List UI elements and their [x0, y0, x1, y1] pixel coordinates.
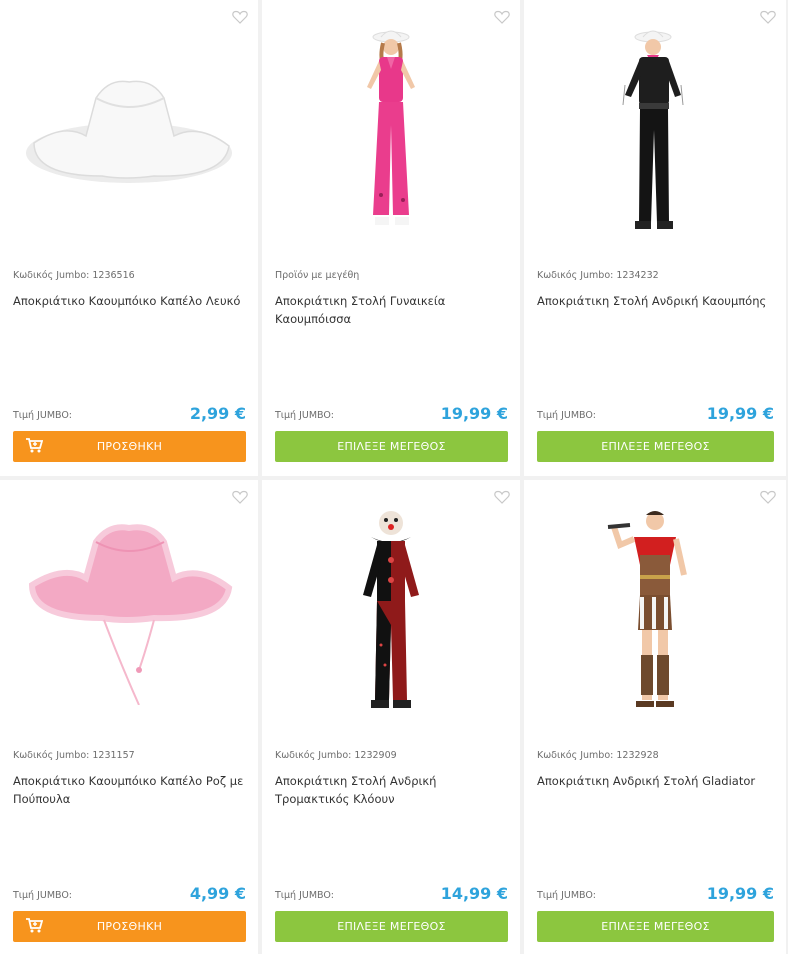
product-code: Κωδικός Jumbo: 1231157: [13, 750, 135, 761]
button-label: ΕΠΙΛΕΞΕ ΜΕΓΕΘΟΣ: [601, 440, 710, 453]
product-card[interactable]: Κωδικός Jumbo: 1234232 Αποκριάτικη Στολή…: [524, 0, 786, 476]
product-price: 19,99 €: [706, 404, 774, 423]
product-image[interactable]: [262, 500, 520, 725]
product-image[interactable]: [524, 500, 786, 725]
price-label: Τιμή JUMBO:: [13, 410, 72, 421]
select-size-button[interactable]: ΕΠΙΛΕΞΕ ΜΕΓΕΘΟΣ: [537, 431, 774, 462]
price-label: Τιμή JUMBO:: [537, 890, 596, 901]
product-price: 2,99 €: [189, 404, 246, 423]
product-price: 14,99 €: [440, 884, 508, 903]
select-size-button[interactable]: ΕΠΙΛΕΞΕ ΜΕΓΕΘΟΣ: [537, 911, 774, 942]
add-to-cart-button[interactable]: ΠΡΟΣΘΗΚΗ: [13, 911, 246, 942]
add-to-cart-button[interactable]: ΠΡΟΣΘΗΚΗ: [13, 431, 246, 462]
cart-icon: [26, 438, 43, 453]
price-label: Τιμή JUMBO:: [13, 890, 72, 901]
price-label: Τιμή JUMBO:: [275, 890, 334, 901]
product-price: 4,99 €: [189, 884, 246, 903]
product-name[interactable]: Αποκριάτικη Στολή Ανδρική Τρομακτικός Κλ…: [275, 772, 508, 808]
product-code: Κωδικός Jumbo: 1232909: [275, 750, 397, 761]
product-card[interactable]: Κωδικός Jumbo: 1232928 Αποκριάτικη Ανδρι…: [524, 480, 786, 954]
price-label: Τιμή JUMBO:: [537, 410, 596, 421]
product-code: Κωδικός Jumbo: 1234232: [537, 270, 659, 281]
product-code: Κωδικός Jumbo: 1232928: [537, 750, 659, 761]
select-size-button[interactable]: ΕΠΙΛΕΞΕ ΜΕΓΕΘΟΣ: [275, 911, 508, 942]
product-name[interactable]: Αποκριάτικη Στολή Ανδρική Καουμπόης: [537, 292, 774, 310]
price-label: Τιμή JUMBO:: [275, 410, 334, 421]
product-card[interactable]: Κωδικός Jumbo: 1231157 Αποκριάτικο Καουμ…: [0, 480, 258, 954]
product-code: Προϊόν με μεγέθη: [275, 270, 360, 281]
product-code: Κωδικός Jumbo: 1236516: [13, 270, 135, 281]
product-card[interactable]: Κωδικός Jumbo: 1232909 Αποκριάτικη Στολή…: [262, 480, 520, 954]
product-name[interactable]: Αποκριάτικη Ανδρική Στολή Gladiator: [537, 772, 774, 790]
product-image[interactable]: [0, 20, 258, 245]
button-label: ΕΠΙΛΕΞΕ ΜΕΓΕΘΟΣ: [601, 920, 710, 933]
button-label: ΕΠΙΛΕΞΕ ΜΕΓΕΘΟΣ: [337, 920, 446, 933]
product-price: 19,99 €: [440, 404, 508, 423]
button-label: ΠΡΟΣΘΗΚΗ: [96, 920, 163, 933]
product-name[interactable]: Αποκριάτικο Καουμπόικο Καπέλο Λευκό: [13, 292, 246, 310]
button-label: ΠΡΟΣΘΗΚΗ: [96, 440, 163, 453]
product-price: 19,99 €: [706, 884, 774, 903]
product-image[interactable]: [524, 20, 786, 245]
product-card[interactable]: Κωδικός Jumbo: 1236516 Αποκριάτικο Καουμ…: [0, 0, 258, 476]
button-label: ΕΠΙΛΕΞΕ ΜΕΓΕΘΟΣ: [337, 440, 446, 453]
product-grid: Κωδικός Jumbo: 1236516 Αποκριάτικο Καουμ…: [0, 0, 788, 954]
product-name[interactable]: Αποκριάτικη Στολή Γυναικεία Καουμπόισσα: [275, 292, 508, 328]
select-size-button[interactable]: ΕΠΙΛΕΞΕ ΜΕΓΕΘΟΣ: [275, 431, 508, 462]
product-card[interactable]: Προϊόν με μεγέθη Αποκριάτικη Στολή Γυναι…: [262, 0, 520, 476]
cart-icon: [26, 918, 43, 933]
product-image[interactable]: [262, 20, 520, 245]
product-image[interactable]: [0, 500, 258, 725]
product-name[interactable]: Αποκριάτικο Καουμπόικο Καπέλο Ροζ με Πού…: [13, 772, 246, 808]
